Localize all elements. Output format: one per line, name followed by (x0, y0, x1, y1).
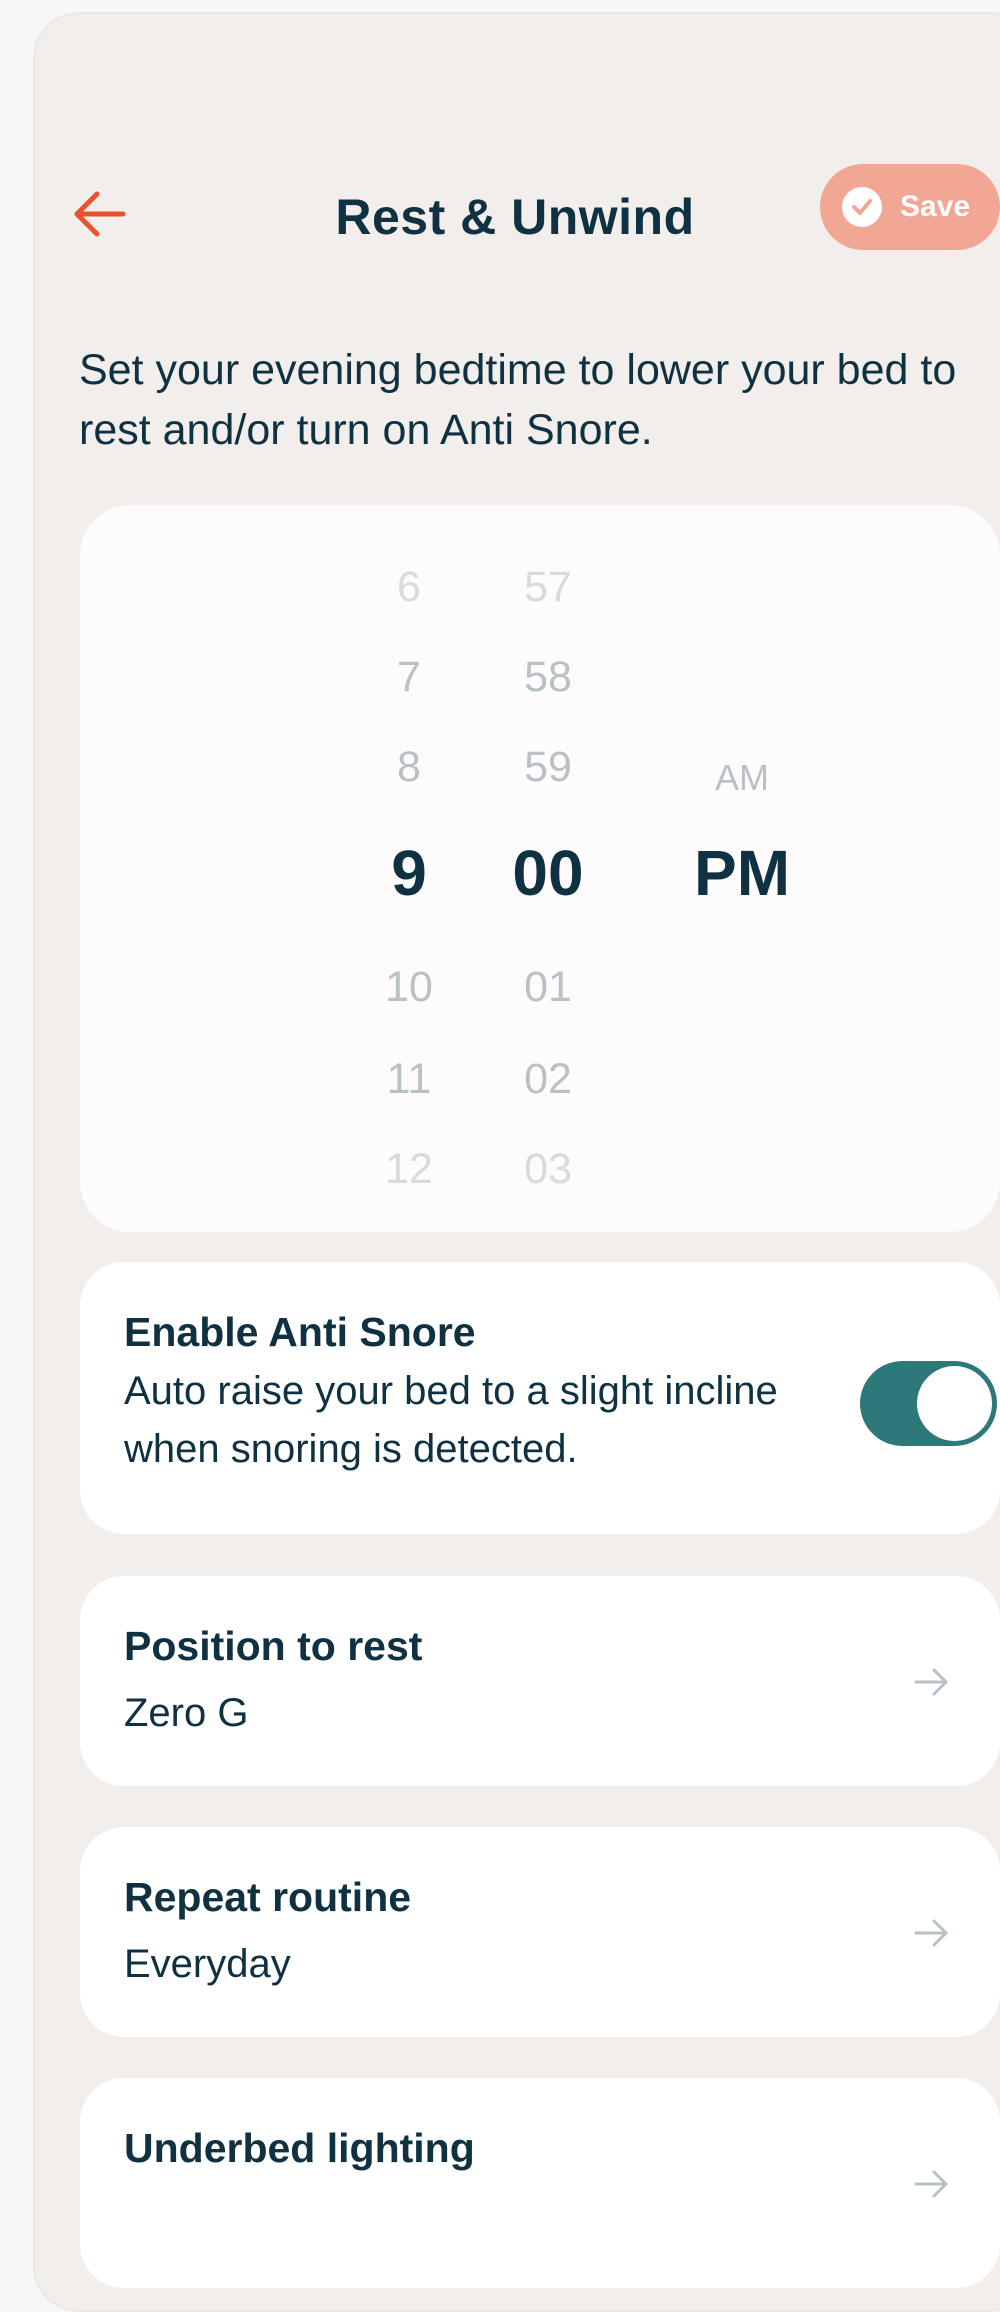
minute-option[interactable]: 58 (478, 653, 618, 702)
anti-snore-description: Auto raise your bed to a slight incline … (124, 1369, 778, 1471)
toggle-knob (917, 1366, 992, 1441)
minute-option[interactable]: 59 (478, 743, 618, 792)
hour-option[interactable]: 7 (339, 653, 479, 702)
minute-selected[interactable]: 00 (478, 836, 618, 910)
save-button[interactable]: Save (820, 164, 1000, 250)
anti-snore-toggle[interactable] (860, 1361, 997, 1446)
hour-option[interactable]: 6 (339, 563, 479, 612)
hour-selected[interactable]: 9 (339, 836, 479, 910)
minute-option[interactable]: 03 (478, 1145, 618, 1194)
position-title: Position to rest (124, 1623, 423, 1669)
repeat-row[interactable]: Repeat routine Everyday (80, 1827, 1000, 2037)
arrow-right-icon (914, 1919, 948, 1947)
hour-option[interactable]: 8 (339, 743, 479, 792)
period-option[interactable]: AM (672, 757, 812, 799)
lighting-title: Underbed lighting (124, 2125, 475, 2171)
repeat-value: Everyday (124, 1942, 291, 1986)
position-value: Zero G (124, 1691, 249, 1735)
minute-option[interactable]: 57 (478, 563, 618, 612)
repeat-title: Repeat routine (124, 1874, 412, 1920)
hour-option[interactable]: 12 (339, 1145, 479, 1194)
time-picker: 6 7 8 9 10 11 12 57 58 59 00 01 02 03 AM PM (80, 505, 1000, 1232)
app-screen: Rest & Unwind Save Set your evening bedt… (33, 12, 1000, 2312)
anti-snore-card: Enable Anti Snore Auto raise your bed to… (80, 1262, 1000, 1534)
period-selected[interactable]: PM (672, 836, 812, 910)
arrow-right-icon (914, 1668, 948, 1696)
description-text: Set your evening bedtime to lower your b… (79, 346, 957, 454)
minute-option[interactable]: 02 (478, 1055, 618, 1104)
header: Rest & Unwind Save (35, 14, 1000, 314)
hour-option[interactable]: 11 (339, 1055, 479, 1104)
lighting-row[interactable]: Underbed lighting (80, 2078, 1000, 2288)
hour-option[interactable]: 10 (339, 963, 479, 1012)
position-row[interactable]: Position to rest Zero G (80, 1576, 1000, 1786)
check-circle-icon (842, 187, 882, 227)
save-label: Save (900, 190, 971, 223)
minute-option[interactable]: 01 (478, 963, 618, 1012)
anti-snore-title: Enable Anti Snore (124, 1309, 476, 1355)
arrow-right-icon (914, 2170, 948, 2198)
